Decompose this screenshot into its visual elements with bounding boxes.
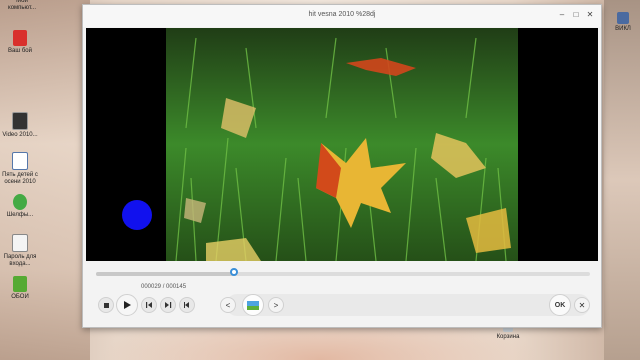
cursor-highlight: [122, 200, 152, 230]
time-display: 000029 / 000145: [141, 284, 187, 290]
seek-handle[interactable]: [230, 268, 239, 276]
desktop-icon-label: Шелфы...: [6, 212, 34, 218]
skip-back-button[interactable]: [179, 297, 195, 313]
video-area[interactable]: [86, 28, 598, 261]
desktop-icon-label: ОБОИ: [11, 294, 29, 300]
desktop-icon-label: Корзина: [496, 334, 520, 340]
title-bar[interactable]: hit vesna 2010 %28dj – □ ✕: [83, 5, 601, 27]
ok-button[interactable]: OK: [549, 294, 571, 316]
video-frame-image: [166, 28, 518, 261]
app-icon: [617, 12, 629, 24]
close-icon: ✕: [578, 300, 586, 310]
desktop-icon-label: ВИКЛ: [615, 26, 631, 32]
cancel-button[interactable]: ✕: [574, 297, 590, 313]
desktop-icon-folder[interactable]: Ваш бой: [0, 30, 40, 55]
text-file-icon: [12, 234, 28, 252]
desktop-icon-label: Video 2010...: [2, 132, 38, 138]
play-icon: [124, 301, 131, 309]
minimize-button[interactable]: –: [557, 10, 567, 20]
desktop-icon-label: Ваш бой: [8, 48, 32, 54]
thumbnail-button[interactable]: [242, 294, 264, 316]
maximize-button[interactable]: □: [571, 10, 581, 20]
chevron-right-icon: >: [273, 300, 279, 310]
seek-bar[interactable]: [96, 268, 590, 276]
close-button[interactable]: ✕: [585, 10, 595, 20]
desktop-top-label[interactable]: Мой компьют...: [2, 0, 42, 12]
desktop-icon-right[interactable]: ВИКЛ: [608, 12, 638, 33]
folder-icon: [13, 30, 27, 46]
skip-back-icon: [184, 302, 189, 308]
stop-icon: [103, 302, 109, 308]
desktop-icon-label: Пять детей с осени 2010: [2, 172, 38, 185]
next-frame-button[interactable]: [160, 297, 176, 313]
window-title: hit vesna 2010 %28dj: [308, 11, 376, 18]
video-frame: [166, 28, 518, 261]
desktop-icon-textfile[interactable]: Пароль для входа...: [0, 234, 40, 268]
stop-button[interactable]: [98, 297, 114, 313]
image-thumbnail-icon: [247, 300, 259, 310]
desktop-icon-video[interactable]: Video 2010...: [0, 112, 40, 139]
desktop-icon-label: Пароль для входа...: [3, 254, 37, 267]
video-file-icon: [12, 112, 28, 130]
step-back-icon: [146, 302, 152, 308]
ok-label: OK: [554, 301, 566, 309]
timeline-prev-button[interactable]: <: [220, 297, 236, 313]
desktop-wallpaper-right: [604, 0, 640, 360]
desktop-icon-shelf[interactable]: Шелфы...: [0, 194, 40, 219]
step-forward-icon: [165, 302, 172, 308]
shelf-icon: [13, 194, 27, 210]
desktop-icon-document[interactable]: Пять детей с осени 2010: [0, 152, 40, 186]
chevron-left-icon: <: [225, 300, 231, 310]
player-window: hit vesna 2010 %28dj – □ ✕ 000029 / 0001…: [82, 4, 602, 328]
desktop-top-label-text: Мой компьют...: [8, 0, 36, 11]
timeline-next-button[interactable]: >: [268, 297, 284, 313]
image-folder-icon: [13, 276, 27, 292]
desktop-icon-images[interactable]: ОБОИ: [0, 276, 40, 301]
previous-frame-button[interactable]: [141, 297, 157, 313]
control-bar: 000029 / 000145 < > OK ✕: [86, 263, 598, 325]
play-button[interactable]: [116, 294, 138, 316]
seek-bar-progress: [96, 272, 235, 276]
document-icon: [12, 152, 28, 170]
